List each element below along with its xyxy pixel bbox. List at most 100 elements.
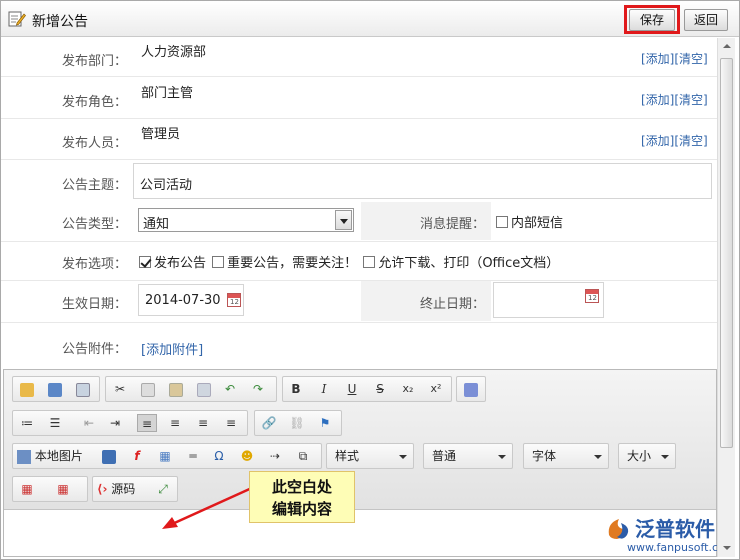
reminder-option[interactable]: 内部短信 xyxy=(496,212,563,231)
divider xyxy=(1,118,717,119)
file-group xyxy=(12,376,100,402)
brand-logo-icon xyxy=(608,519,629,539)
align-right-icon[interactable]: ≡ xyxy=(193,414,213,432)
scroll-down-icon[interactable] xyxy=(718,540,735,557)
role-value: 部门主管 xyxy=(141,86,194,101)
align-center-icon[interactable]: ≡ xyxy=(165,414,185,432)
preview-icon[interactable] xyxy=(73,380,93,398)
calendar-icon[interactable] xyxy=(227,293,241,307)
download-checkbox[interactable] xyxy=(363,256,376,268)
add-attachment-link[interactable]: [添加附件] xyxy=(141,339,203,358)
person-add-link[interactable]: [添加] xyxy=(641,134,674,148)
person-value: 管理员 xyxy=(141,127,181,142)
image-icon xyxy=(17,449,31,464)
bold-button[interactable]: B xyxy=(286,380,306,398)
save-button[interactable]: 保存 xyxy=(629,9,675,31)
person-clear-link[interactable]: [清空] xyxy=(674,134,707,148)
subject-input-value: 公司活动 xyxy=(140,178,193,193)
insert-group: 本地图片 f ▦ ═ Ω ☻ ⇢ ⧉ xyxy=(12,443,322,469)
ordered-list-icon[interactable]: ≔ xyxy=(17,414,37,432)
publish-option-publish[interactable]: 发布公告 xyxy=(139,256,206,271)
outdent-icon[interactable]: ⇤ xyxy=(79,414,99,432)
calendar-icon[interactable] xyxy=(585,289,599,303)
size-dropdown[interactable]: 大小 xyxy=(618,443,676,469)
copy-icon[interactable] xyxy=(138,380,158,398)
redo-icon[interactable]: ↷ xyxy=(248,380,268,398)
local-image-button[interactable]: 本地图片 xyxy=(17,447,83,465)
subject-label: 公告主题： xyxy=(61,178,127,193)
subject-input[interactable]: 公司活动 xyxy=(133,163,712,199)
reminder-option-label: 内部短信 xyxy=(511,216,564,231)
style-dropdown[interactable]: 样式 xyxy=(326,443,414,469)
media-group xyxy=(456,376,486,402)
role-clear-link[interactable]: [清空] xyxy=(674,93,707,107)
brand-name: 泛普软件 xyxy=(635,517,715,541)
type-select-value: 通知 xyxy=(143,217,170,232)
subscript-button[interactable]: x₂ xyxy=(398,380,418,398)
page-break-icon[interactable]: ⇢ xyxy=(265,447,285,465)
publish-options-group: 发布公告 重要公告，需要关注！ 允许下载、打印（Office文档） xyxy=(139,252,559,271)
iframe-icon[interactable]: ⧉ xyxy=(293,447,313,465)
vertical-scrollbar[interactable] xyxy=(717,38,735,557)
department-clear-link[interactable]: [清空] xyxy=(674,52,707,66)
chevron-down-icon[interactable] xyxy=(335,210,352,230)
publish-checkbox[interactable] xyxy=(139,256,151,268)
divider xyxy=(1,241,717,242)
justify-icon[interactable]: ≡ xyxy=(221,414,241,432)
source-button[interactable]: ⟨› 源码 xyxy=(97,480,135,498)
download-option-label: 允许下载、打印（Office文档） xyxy=(378,256,560,271)
flash-media-icon[interactable] xyxy=(461,380,481,398)
special-char-button[interactable]: Ω xyxy=(209,447,229,465)
undo-icon[interactable]: ↶ xyxy=(220,380,240,398)
flash-icon[interactable]: f xyxy=(127,447,147,465)
horizontal-rule-icon[interactable]: ═ xyxy=(183,447,203,465)
underline-button[interactable]: U xyxy=(342,380,362,398)
end-date-input[interactable] xyxy=(493,282,604,318)
superscript-button[interactable]: x² xyxy=(426,380,446,398)
important-checkbox[interactable] xyxy=(212,256,225,268)
new-doc-icon[interactable] xyxy=(17,380,37,398)
publish-option-download[interactable]: 允许下载、打印（Office文档） xyxy=(363,256,559,271)
font-dropdown[interactable]: 字体 xyxy=(523,443,609,469)
publish-option-important[interactable]: 重要公告，需要关注！ xyxy=(212,256,357,271)
link-icon[interactable]: 🔗 xyxy=(259,414,279,432)
type-select[interactable]: 通知 xyxy=(138,208,354,232)
scrollbar-thumb[interactable] xyxy=(720,58,733,448)
format-dropdown[interactable]: 普通 xyxy=(423,443,513,469)
italic-button[interactable]: I xyxy=(314,380,334,398)
attachment-label: 公告附件： xyxy=(61,342,127,357)
align-left-icon[interactable]: ≡ xyxy=(137,414,157,432)
edit-note-icon xyxy=(8,11,26,27)
person-links: [添加][清空] xyxy=(641,132,708,149)
cut-icon[interactable]: ✂ xyxy=(110,380,130,398)
callout-line2: 编辑内容 xyxy=(271,500,332,518)
announcement-window: 新增公告 保存 返回 发布部门： 人力资源部 [添加][清空] 发布角色： 部门… xyxy=(0,0,740,560)
save-doc-icon[interactable] xyxy=(45,380,65,398)
color-group: ▦ ▦ xyxy=(12,476,88,502)
reminder-checkbox[interactable] xyxy=(496,216,508,228)
scroll-up-icon[interactable] xyxy=(718,38,735,55)
paste-icon[interactable] xyxy=(166,380,186,398)
divider xyxy=(1,322,717,323)
role-add-link[interactable]: [添加] xyxy=(641,93,674,107)
effective-date-input[interactable]: 2014-07-30 xyxy=(138,284,244,316)
indent-icon[interactable]: ⇥ xyxy=(105,414,125,432)
unlink-icon[interactable]: ⛓ xyxy=(287,414,307,432)
end-date-label: 终止日期： xyxy=(419,297,485,312)
department-add-link[interactable]: [添加] xyxy=(641,52,674,66)
unordered-list-icon[interactable]: ☰ xyxy=(45,414,65,432)
callout-line1: 此空白处 xyxy=(271,478,332,496)
strikethrough-button[interactable]: S xyxy=(370,380,390,398)
paste-text-icon[interactable] xyxy=(194,380,214,398)
paragraph-group: ≔ ☰ ⇤ ⇥ ≡ ≡ ≡ ≡ xyxy=(12,410,248,436)
important-option-label: 重要公告，需要关注！ xyxy=(227,256,358,271)
text-color-icon[interactable]: ▦ xyxy=(17,480,37,498)
smiley-icon[interactable]: ☻ xyxy=(237,447,257,465)
insert-image-icon[interactable] xyxy=(99,447,119,465)
anchor-flag-icon[interactable]: ⚑ xyxy=(315,414,335,432)
back-button[interactable]: 返回 xyxy=(684,9,728,31)
divider xyxy=(1,159,717,160)
editor-toolbar: ✂ ↶ ↷ B I U S x₂ x² ≔ ☰ ⇤ ⇥ ≡ ≡ ≡ ≡ 🔗 ⛓ … xyxy=(4,370,716,510)
table-icon[interactable]: ▦ xyxy=(155,447,175,465)
background-color-icon[interactable]: ▦ xyxy=(53,480,73,498)
